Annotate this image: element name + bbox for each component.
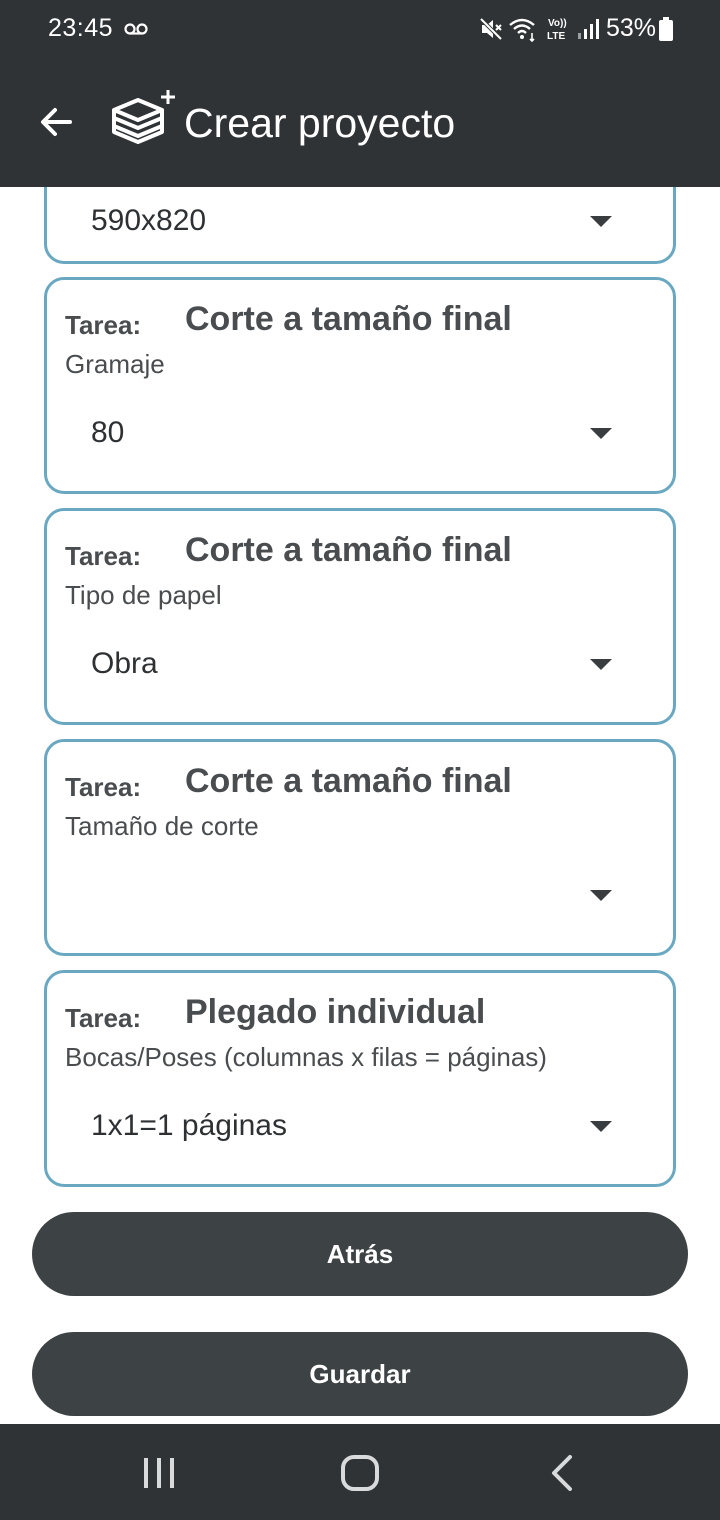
- back-arrow-icon[interactable]: [36, 102, 76, 142]
- task-card-size: 590x820: [44, 187, 676, 264]
- volte-lte-icon: Vo)) LTE: [547, 18, 567, 42]
- home-icon[interactable]: [340, 1454, 380, 1492]
- add-project-icon: [112, 90, 175, 144]
- field-label: Tamaño de corte: [65, 811, 259, 841]
- field-label: Gramaje: [65, 349, 165, 379]
- task-name: Plegado individual: [185, 993, 486, 1031]
- chevron-down-icon: [590, 659, 612, 670]
- dropdown-value: Obra: [91, 647, 158, 680]
- back-icon[interactable]: [548, 1454, 576, 1492]
- paper-type-dropdown[interactable]: Obra: [65, 635, 625, 695]
- app-bar: Crear proyecto: [0, 58, 720, 187]
- tarea-label: Tarea:: [65, 1003, 142, 1033]
- voicemail-icon: [124, 23, 148, 35]
- recents-icon[interactable]: [140, 1456, 178, 1490]
- signal-icon: [578, 19, 599, 39]
- field-label: Tipo de papel: [65, 580, 222, 610]
- task-name: Corte a tamaño final: [185, 300, 512, 338]
- svg-text:Vo)): Vo)): [548, 18, 567, 29]
- tarea-label: Tarea:: [65, 310, 142, 340]
- task-name: Corte a tamaño final: [185, 531, 512, 569]
- status-bar: 23:45 Vo)) LTE 53%: [0, 0, 720, 58]
- system-nav-bar: [0, 1424, 720, 1520]
- back-button[interactable]: Atrás: [32, 1212, 688, 1296]
- wifi-icon: [509, 18, 535, 43]
- page-title: Crear proyecto: [184, 100, 456, 146]
- task-card-folding: Tarea: Plegado individual Bocas/Poses (c…: [44, 970, 676, 1187]
- mute-icon: [479, 17, 503, 41]
- battery-percent: 53%: [606, 14, 657, 42]
- chevron-down-icon: [590, 890, 612, 901]
- save-button[interactable]: Guardar: [32, 1332, 688, 1416]
- cut-size-dropdown[interactable]: [65, 866, 625, 926]
- tarea-label: Tarea:: [65, 541, 142, 571]
- task-card-gramaje: Tarea: Corte a tamaño final Gramaje 80: [44, 277, 676, 494]
- task-name: Corte a tamaño final: [185, 762, 512, 800]
- dropdown-value: 590x820: [91, 204, 207, 237]
- pages-dropdown[interactable]: 1x1=1 páginas: [65, 1097, 625, 1157]
- status-time: 23:45: [48, 14, 114, 42]
- task-card-paper-type: Tarea: Corte a tamaño final Tipo de pape…: [44, 508, 676, 725]
- form-content[interactable]: 590x820 Tarea: Corte a tamaño final Gram…: [0, 187, 720, 1424]
- field-label: Bocas/Poses (columnas x filas = páginas): [65, 1042, 547, 1072]
- battery-icon: [659, 17, 673, 41]
- gramaje-dropdown[interactable]: 80: [65, 404, 625, 464]
- dropdown-value: 80: [91, 416, 125, 449]
- chevron-down-icon: [590, 216, 612, 227]
- chevron-down-icon: [590, 428, 612, 439]
- dropdown-value: 1x1=1 páginas: [91, 1109, 287, 1142]
- size-dropdown[interactable]: 590x820: [65, 192, 625, 252]
- task-card-cut-size: Tarea: Corte a tamaño final Tamaño de co…: [44, 739, 676, 956]
- tarea-label: Tarea:: [65, 772, 142, 802]
- svg-text:LTE: LTE: [547, 31, 565, 42]
- chevron-down-icon: [590, 1121, 612, 1132]
